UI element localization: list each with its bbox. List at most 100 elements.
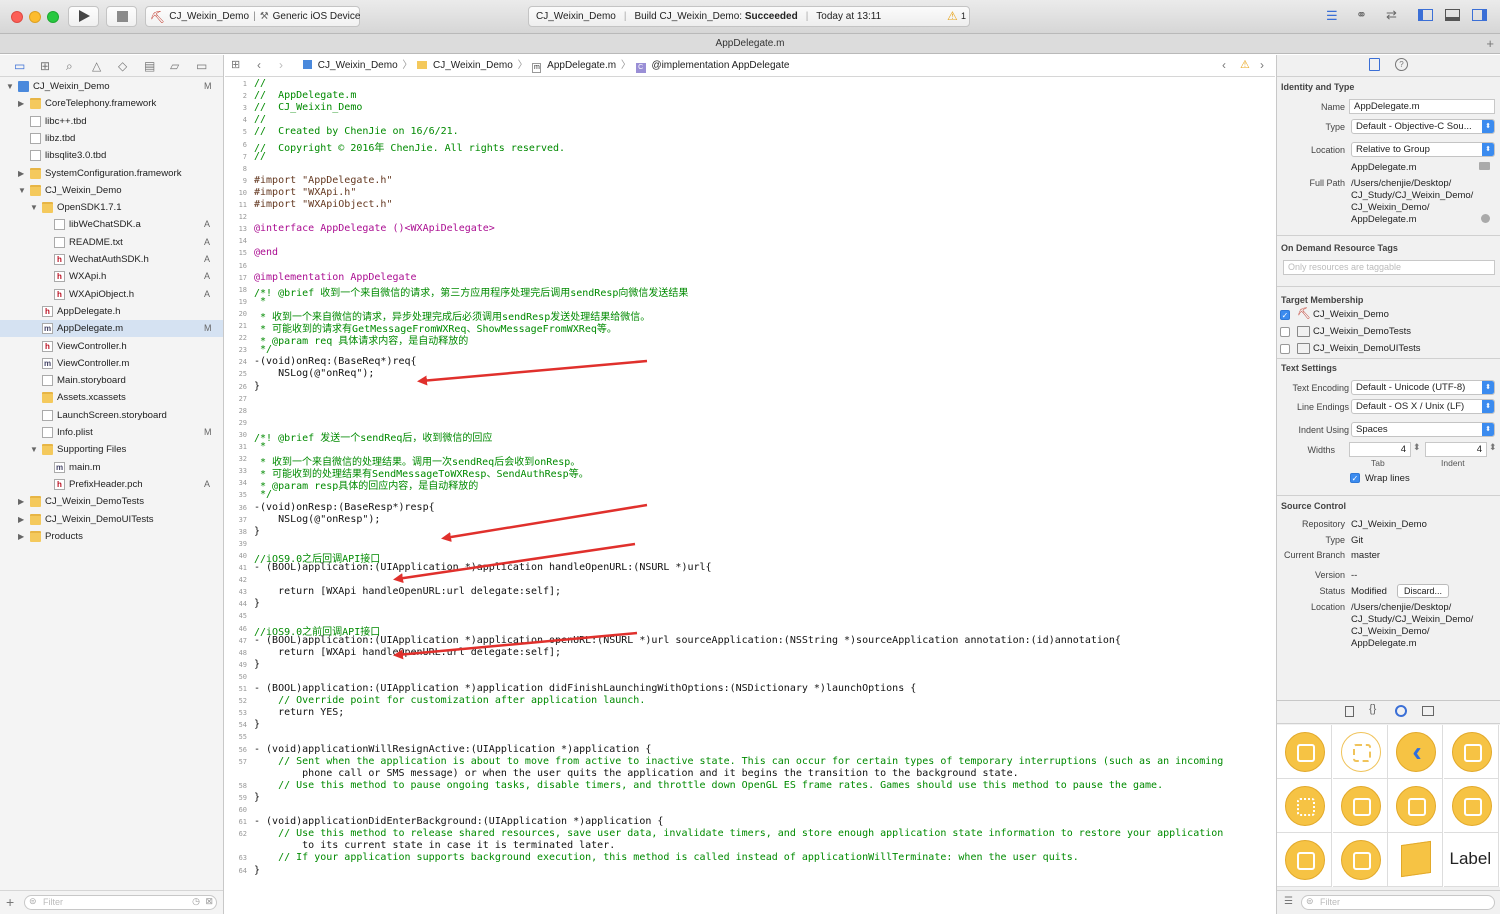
tree-item[interactable]: ▼ OpenSDK1.7.1 [0,199,223,216]
tree-item[interactable]: ▼ CJ_Weixin_Demo [0,182,223,199]
tab-appdelegate[interactable]: AppDelegate.m [716,38,785,49]
tree-item[interactable]: ▼ Supporting Files [0,441,223,458]
next-issue-icon[interactable]: › [1260,55,1264,76]
indent-using-popup[interactable]: Spaces ⬍ [1351,422,1495,437]
stop-button[interactable] [106,6,137,27]
toggle-utilities-button[interactable] [1468,6,1492,27]
tree-item[interactable]: m ViewController.m [0,355,223,372]
text-encoding-popup[interactable]: Default - Unicode (UTF-8) ⬍ [1351,380,1495,395]
ondemand-tags-field[interactable]: Only resources are taggable [1283,260,1495,275]
tree-item[interactable]: libWeChatSDK.a A [0,216,223,233]
report-icon[interactable]: ▭ [196,59,207,73]
tree-item[interactable]: ▶ Products [0,528,223,545]
issue-warning-icon[interactable]: ⚠ [1240,55,1250,76]
disclosure-open-icon[interactable]: ▼ [30,199,38,216]
breadcrumb-symbol[interactable]: @implementation AppDelegate [651,60,789,71]
breadcrumb-group[interactable]: CJ_Weixin_Demo [433,60,513,71]
run-button[interactable] [68,6,99,27]
add-tab-icon[interactable]: + [1486,34,1494,53]
tree-item[interactable]: ▶ CJ_Weixin_DemoTests [0,493,223,510]
library-object[interactable]: Label [1443,833,1499,887]
library-object[interactable] [1388,779,1443,833]
library-object[interactable] [1277,779,1332,833]
file-name-field[interactable]: AppDelegate.m [1349,99,1495,114]
library-object[interactable] [1332,725,1388,779]
stepper-icon[interactable]: ⬍ [1489,442,1497,453]
file-template-icon[interactable] [1345,706,1354,717]
help-icon[interactable]: ? [1395,58,1408,71]
recent-files-icon[interactable]: ◷ [192,896,200,907]
library-object[interactable] [1388,833,1443,887]
disclosure-closed-icon[interactable]: ▶ [18,493,24,510]
disclosure-closed-icon[interactable]: ▶ [18,511,24,528]
library-object[interactable] [1443,725,1499,779]
tree-item[interactable]: libz.tbd [0,130,223,147]
line-endings-popup[interactable]: Default - OS X / Unix (LF) ⬍ [1351,399,1495,414]
tree-item[interactable]: Info.plist M [0,424,223,441]
minimize-window-button[interactable] [29,11,41,23]
add-icon[interactable]: + [6,894,14,910]
tab-width-field[interactable]: 4 [1349,442,1411,457]
issue-warning-icon[interactable]: △ [92,59,101,73]
tree-item[interactable]: ▼ CJ_Weixin_Demo M [0,78,223,95]
disclosure-closed-icon[interactable]: ▶ [18,165,24,182]
test-diamond-icon[interactable]: ◇ [118,59,127,73]
navigator-filter-field[interactable]: ⊜ Filter ◷ ⊠ [24,895,217,910]
library-object[interactable] [1332,779,1388,833]
tree-item[interactable]: LaunchScreen.storyboard [0,407,223,424]
tree-item[interactable]: h WXApiObject.h A [0,286,223,303]
tree-item[interactable]: ▶ CJ_Weixin_DemoUITests [0,511,223,528]
code-snippet-icon[interactable]: {} [1369,703,1376,715]
target-checkbox[interactable] [1280,327,1290,337]
scheme-selector[interactable]: ⛏ CJ_Weixin_Demo | ⚒ Generic iOS Device [145,6,360,27]
file-inspector-icon[interactable] [1369,58,1380,71]
back-chevron-icon[interactable]: ‹ [257,55,261,76]
related-items-icon[interactable]: ⊞ [231,55,240,76]
zoom-window-button[interactable] [47,11,59,23]
toggle-navigator-button[interactable] [1414,6,1438,27]
symbol-navigator-icon[interactable]: ⊞ [40,59,50,73]
version-editor-button[interactable]: ⇄ [1380,6,1408,27]
library-object[interactable] [1277,833,1332,887]
tree-item[interactable]: README.txt A [0,234,223,251]
tree-item[interactable]: ▶ CoreTelephony.framework [0,95,223,112]
search-icon[interactable]: ⌕ [66,59,73,74]
code-area[interactable]: 1 // 2 // AppDelegate.m 3 // CJ_Weixin_Demo 4 /… [225,78,1275,914]
breakpoint-icon[interactable]: ▱ [170,59,179,73]
disclosure-open-icon[interactable]: ▼ [18,182,26,199]
library-object[interactable]: ‹ [1388,725,1443,779]
previous-issue-icon[interactable]: ‹ [1222,55,1226,76]
disclosure-open-icon[interactable]: ▼ [30,441,38,458]
tree-item[interactable]: h WechatAuthSDK.h A [0,251,223,268]
library-filter-field[interactable]: ⊜ Filter [1301,895,1495,910]
library-object[interactable] [1332,833,1388,887]
tree-item[interactable]: libsqlite3.0.tbd [0,147,223,164]
tree-item[interactable]: m main.m [0,459,223,476]
warning-icon[interactable]: ⚠ [947,9,958,23]
scm-filter-icon[interactable]: ⊠ [205,896,213,907]
breadcrumb-file[interactable]: AppDelegate.m [547,60,616,71]
tree-item[interactable]: m AppDelegate.m M [0,320,223,338]
file-type-popup[interactable]: Default - Objective-C Sou... ⬍ [1351,119,1495,134]
stepper-icon[interactable]: ⬍ [1413,442,1421,453]
library-object[interactable] [1277,725,1332,779]
disclosure-open-icon[interactable]: ▼ [6,78,14,95]
location-popup[interactable]: Relative to Group ⬍ [1351,142,1495,157]
wrap-lines-checkbox[interactable]: ✓ [1350,473,1360,483]
library-object[interactable] [1443,779,1499,833]
assistant-editor-button[interactable]: ⚭ [1350,6,1378,27]
standard-editor-button[interactable]: ☰ [1320,6,1348,27]
tree-item[interactable]: h PrefixHeader.pch A [0,476,223,493]
disclosure-closed-icon[interactable]: ▶ [18,95,24,112]
folder-icon[interactable]: ▭ [14,59,25,73]
tree-item[interactable]: Main.storyboard [0,372,223,389]
forward-chevron-icon[interactable]: › [279,55,283,76]
indent-width-field[interactable]: 4 [1425,442,1487,457]
media-library-icon[interactable] [1422,706,1434,716]
toggle-debug-button[interactable] [1441,6,1465,27]
tree-item[interactable]: ▶ SystemConfiguration.framework [0,165,223,182]
tree-item[interactable]: h AppDelegate.h [0,303,223,320]
tree-item[interactable]: Assets.xcassets [0,389,223,406]
tree-item[interactable]: h ViewController.h [0,338,223,355]
breadcrumb-project[interactable]: CJ_Weixin_Demo [318,60,398,71]
